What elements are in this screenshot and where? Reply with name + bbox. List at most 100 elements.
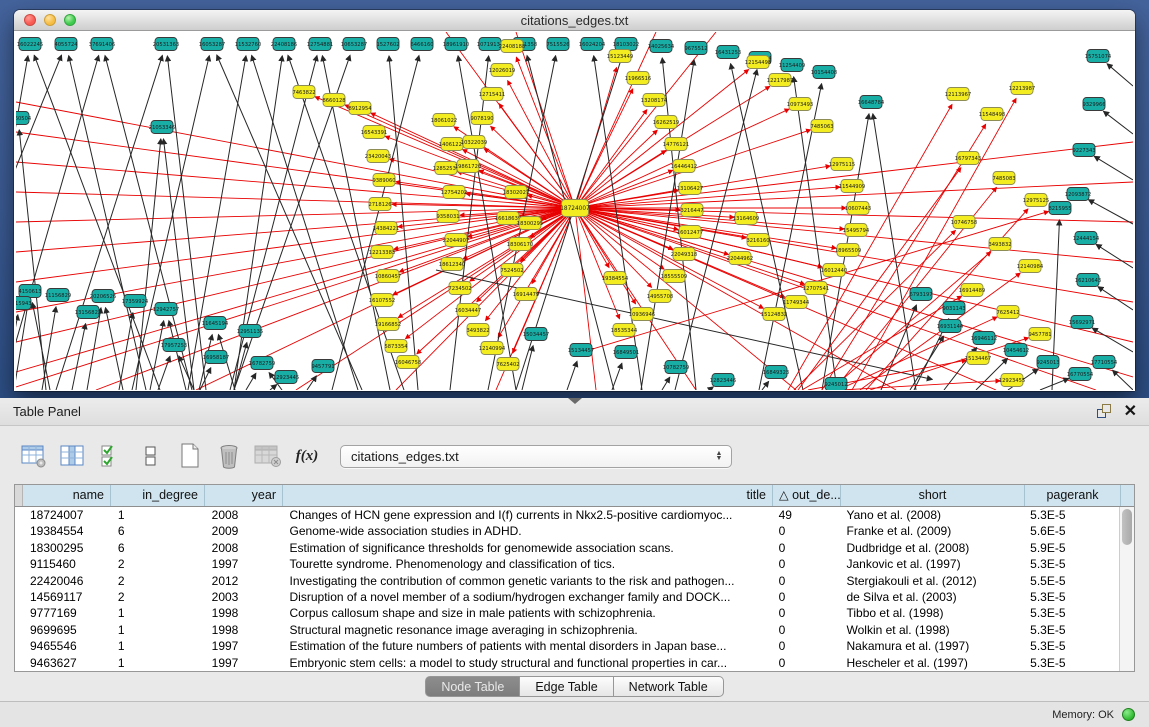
graph-node-label: 13156822	[75, 310, 101, 316]
graph-node-label: 26160504	[16, 116, 32, 122]
graph-node-label: 19861720	[455, 164, 481, 170]
table-cell: 2008	[205, 507, 283, 523]
graph-node-label: 12975115	[829, 162, 855, 168]
graph-node-label: 10607443	[845, 206, 871, 212]
function-builder-icon[interactable]: f(x)	[291, 441, 323, 471]
table-row[interactable]: 946362711997Embryonic stem cells: a mode…	[15, 655, 1119, 671]
graph-node-label: 16046758	[395, 360, 421, 366]
tab-network-table[interactable]: Network Table	[614, 676, 724, 697]
table-cell: 1	[111, 622, 205, 638]
graph-edge	[1107, 64, 1133, 86]
graph-node-label: 9329966	[1082, 102, 1105, 108]
table-cell: 1998	[205, 622, 283, 638]
table-cell: 9115460	[23, 556, 111, 572]
graph-edge	[42, 307, 56, 390]
table-mode-icon[interactable]	[18, 441, 50, 471]
graph-node-label: 3493832	[988, 242, 1011, 248]
graph-node-label: 18961910	[443, 42, 469, 48]
network-view[interactable]: 1602224540557243769140620531363160532871…	[14, 31, 1135, 391]
column-header-out_de[interactable]: △ out_de...	[773, 485, 841, 506]
float-panel-icon[interactable]	[1097, 404, 1113, 420]
column-header-name[interactable]: name	[23, 485, 111, 506]
graph-edge	[230, 56, 317, 390]
row-gutter	[15, 485, 23, 506]
network-canvas: 1602224540557243769140620531363160532871…	[16, 32, 1133, 390]
table-dropdown[interactable]: citations_edges.txt ▲▼	[340, 445, 732, 468]
table-row[interactable]: 1830029562008Estimation of significance …	[15, 540, 1119, 556]
graph-node-label: 10860457	[375, 274, 401, 280]
row-toggle-icon[interactable]	[135, 441, 167, 471]
graph-node-label: 12140994	[479, 346, 506, 352]
graph-node-label: 16770554	[1067, 372, 1094, 378]
table-cell: Jankovic et al. (1997)	[840, 556, 1024, 572]
table-cell: Estimation of the future numbers of pati…	[283, 638, 772, 654]
table-cell: 5.9E-5	[1023, 540, 1119, 556]
table-cell: Nakamura et al. (1997)	[840, 638, 1024, 654]
graph-node-label: 22408186	[271, 42, 297, 48]
table-row[interactable]: 969969511998Structural magnetic resonanc…	[15, 622, 1119, 638]
graph-node-label: 7524502	[500, 268, 523, 274]
column-header-pagerank[interactable]: pagerank	[1025, 485, 1121, 506]
graph-node-label: 19384554	[602, 276, 629, 282]
table-row[interactable]: 977716911998Corpus callosum shape and si…	[15, 605, 1119, 621]
new-column-icon[interactable]	[174, 441, 206, 471]
graph-node-label: 12951135	[237, 329, 263, 335]
graph-node-label: 16107552	[369, 298, 395, 304]
table-row[interactable]: 946554611997Estimation of the future num…	[15, 638, 1119, 654]
column-header-in_degree[interactable]: in_degree	[111, 485, 205, 506]
table-row[interactable]: 1872400712008Changes of HCN gene express…	[15, 507, 1119, 523]
tab-edge-table[interactable]: Edge Table	[520, 676, 613, 697]
graph-node-label: 14384221	[373, 226, 399, 232]
close-panel-icon[interactable]: ✕	[1124, 401, 1137, 421]
table-cell: 0	[772, 589, 840, 605]
column-header-year[interactable]: year	[205, 485, 283, 506]
table-cell: 1997	[205, 638, 283, 654]
graph-node-label: 13164609	[733, 216, 759, 222]
network-window-titlebar[interactable]: citations_edges.txt	[14, 10, 1135, 31]
table-row[interactable]: 1456911722003Disruption of a novel membe…	[15, 589, 1119, 605]
graph-edge	[417, 208, 575, 354]
graph-node-label: 12975125	[1023, 198, 1049, 204]
scrollbar-thumb[interactable]	[1122, 509, 1132, 545]
table-cell: 2	[111, 573, 205, 589]
graph-node-label: 12707541	[803, 286, 829, 292]
table-row[interactable]: 2242004622012Investigating the contribut…	[15, 573, 1119, 589]
graph-node-label: 11548498	[979, 112, 1005, 118]
table-cell: 0	[772, 523, 840, 539]
show-columns-icon[interactable]	[57, 441, 89, 471]
table-cell: 1997	[205, 655, 283, 671]
table-row[interactable]: 911546021997Tourette syndrome. Phenomeno…	[15, 556, 1119, 572]
tab-node-table[interactable]: Node Table	[425, 676, 520, 697]
graph-node-label: 16648784	[858, 100, 885, 106]
graph-node-label: 20206526	[90, 294, 116, 300]
table-tabs: Node TableEdge TableNetwork Table	[0, 676, 1149, 697]
graph-edge	[762, 381, 769, 390]
table-cell: de Silva et al. (2003)	[840, 589, 1024, 605]
delete-table-icon[interactable]	[252, 441, 284, 471]
graph-node-label: 12754881	[307, 42, 333, 48]
graph-node-label: 11645194	[202, 321, 229, 327]
column-header-short[interactable]: short	[841, 485, 1025, 506]
delete-column-icon[interactable]	[213, 441, 245, 471]
table-cell: 6	[111, 523, 205, 539]
column-header-title[interactable]: title	[283, 485, 773, 506]
graph-node-label: 20531363	[153, 42, 179, 48]
graph-edge	[1098, 287, 1133, 310]
graph-edge	[56, 55, 162, 390]
graph-node-label: 7625402	[496, 362, 519, 368]
graph-node-label: 15123449	[607, 54, 633, 60]
graph-node-label: 16446412	[671, 164, 697, 170]
graph-node-label: 9675512	[684, 46, 707, 52]
table-cell: 2	[111, 556, 205, 572]
graph-node-label: 9389060	[372, 178, 395, 184]
graph-node-label: 7234502	[448, 286, 471, 292]
table-cell: 2	[111, 589, 205, 605]
graph-node-label: 8660128	[322, 98, 345, 104]
table-row[interactable]: 1938455462009Genome-wide association stu…	[15, 523, 1119, 539]
vertical-scrollbar[interactable]	[1119, 507, 1134, 671]
graph-node-label: 18061022	[431, 118, 457, 124]
select-all-icon[interactable]	[96, 441, 128, 471]
graph-node-label: 12213987	[1009, 86, 1035, 92]
graph-edge	[69, 56, 146, 390]
table-cell: 5.5E-5	[1023, 573, 1119, 589]
